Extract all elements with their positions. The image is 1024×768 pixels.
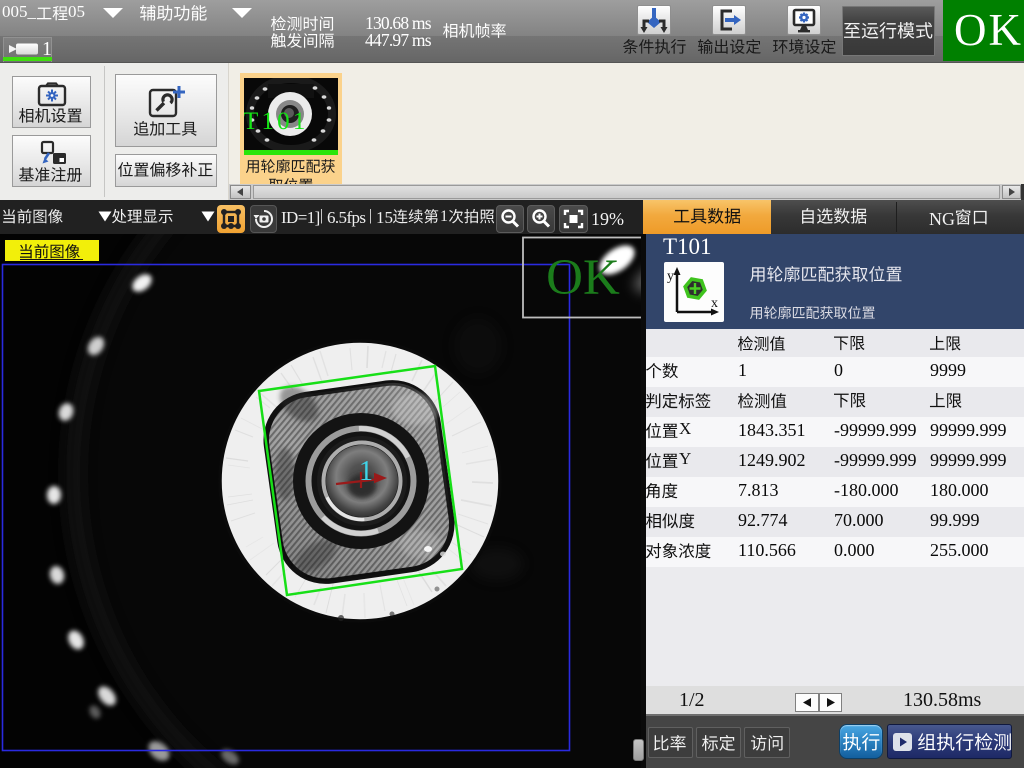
svg-text:1: 1 xyxy=(359,456,373,487)
svg-text:OK: OK xyxy=(546,250,620,306)
svg-text:T101: T101 xyxy=(244,108,309,135)
svg-text:x: x xyxy=(711,296,718,311)
svg-text:y: y xyxy=(667,269,674,284)
